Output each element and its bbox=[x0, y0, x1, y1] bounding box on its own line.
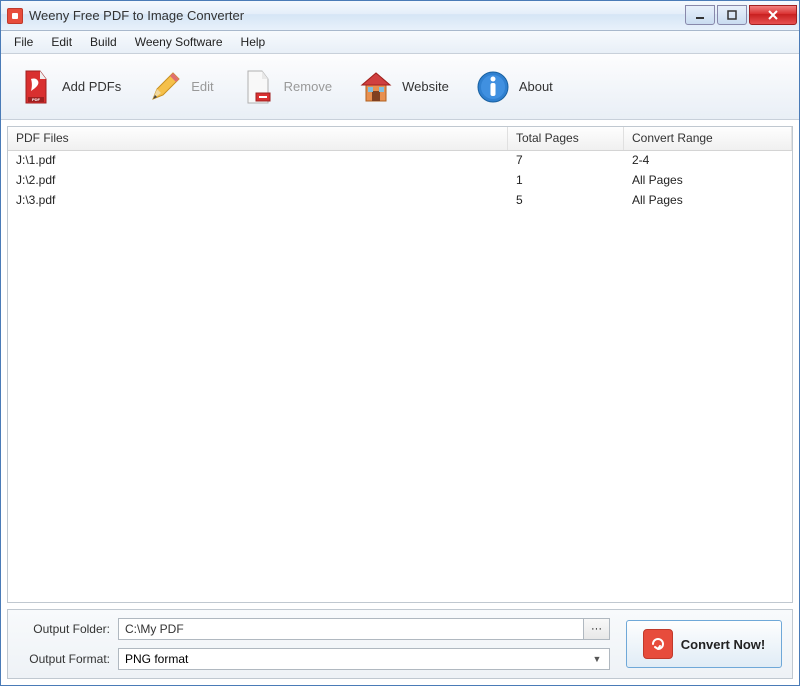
pencil-icon bbox=[147, 69, 183, 105]
output-format-value: PNG format bbox=[125, 652, 188, 666]
maximize-icon bbox=[727, 10, 737, 20]
cell-pages: 7 bbox=[508, 151, 624, 171]
chevron-down-icon: ▼ bbox=[589, 654, 605, 664]
minimize-icon bbox=[695, 10, 705, 20]
convert-label: Convert Now! bbox=[681, 637, 766, 652]
svg-text:PDF: PDF bbox=[32, 97, 41, 102]
output-panel: Output Folder: ··· Output Format: PNG fo… bbox=[7, 609, 793, 679]
about-label: About bbox=[519, 79, 553, 94]
convert-now-button[interactable]: Convert Now! bbox=[626, 620, 782, 668]
header-pdf-files[interactable]: PDF Files bbox=[8, 127, 508, 150]
output-format-select[interactable]: PNG format ▼ bbox=[118, 648, 610, 670]
menu-edit[interactable]: Edit bbox=[42, 32, 81, 52]
minimize-button[interactable] bbox=[685, 5, 715, 25]
list-row[interactable]: J:\1.pdf 7 2-4 bbox=[8, 151, 792, 171]
menu-build[interactable]: Build bbox=[81, 32, 126, 52]
house-icon bbox=[358, 69, 394, 105]
title-bar: Weeny Free PDF to Image Converter bbox=[1, 1, 799, 31]
window-controls bbox=[683, 5, 797, 27]
cell-range: 2-4 bbox=[624, 151, 792, 171]
app-icon bbox=[7, 8, 23, 24]
file-list: PDF Files Total Pages Convert Range J:\1… bbox=[7, 126, 793, 603]
list-header: PDF Files Total Pages Convert Range bbox=[8, 127, 792, 151]
output-folder-label: Output Folder: bbox=[18, 622, 118, 636]
edit-button[interactable]: Edit bbox=[138, 62, 230, 112]
toolbar: PDF Add PDFs Edit Remove bbox=[1, 54, 799, 120]
cell-file: J:\1.pdf bbox=[8, 151, 508, 171]
header-total-pages[interactable]: Total Pages bbox=[508, 127, 624, 150]
add-pdfs-button[interactable]: PDF Add PDFs bbox=[9, 62, 138, 112]
website-button[interactable]: Website bbox=[349, 62, 466, 112]
output-folder-row: Output Folder: ··· bbox=[18, 618, 610, 640]
list-row[interactable]: J:\3.pdf 5 All Pages bbox=[8, 191, 792, 211]
edit-label: Edit bbox=[191, 79, 213, 94]
info-icon bbox=[475, 69, 511, 105]
cell-pages: 5 bbox=[508, 191, 624, 211]
close-icon bbox=[767, 9, 779, 21]
about-button[interactable]: About bbox=[466, 62, 570, 112]
window-title: Weeny Free PDF to Image Converter bbox=[29, 8, 683, 23]
browse-folder-button[interactable]: ··· bbox=[584, 618, 610, 640]
menu-help[interactable]: Help bbox=[232, 32, 275, 52]
cell-file: J:\2.pdf bbox=[8, 171, 508, 191]
cell-range: All Pages bbox=[624, 191, 792, 211]
header-convert-range[interactable]: Convert Range bbox=[624, 127, 792, 150]
output-format-label: Output Format: bbox=[18, 652, 118, 666]
menu-weeny-software[interactable]: Weeny Software bbox=[126, 32, 232, 52]
website-label: Website bbox=[402, 79, 449, 94]
output-settings: Output Folder: ··· Output Format: PNG fo… bbox=[18, 618, 610, 670]
output-format-row: Output Format: PNG format ▼ bbox=[18, 648, 610, 670]
cell-range: All Pages bbox=[624, 171, 792, 191]
app-window: Weeny Free PDF to Image Converter File E… bbox=[0, 0, 800, 686]
maximize-button[interactable] bbox=[717, 5, 747, 25]
list-row[interactable]: J:\2.pdf 1 All Pages bbox=[8, 171, 792, 191]
remove-button[interactable]: Remove bbox=[231, 62, 349, 112]
cell-file: J:\3.pdf bbox=[8, 191, 508, 211]
remove-label: Remove bbox=[284, 79, 332, 94]
menu-file[interactable]: File bbox=[5, 32, 42, 52]
add-pdfs-label: Add PDFs bbox=[62, 79, 121, 94]
remove-file-icon bbox=[240, 69, 276, 105]
output-folder-input[interactable] bbox=[118, 618, 584, 640]
pdf-file-icon: PDF bbox=[18, 69, 54, 105]
convert-icon bbox=[643, 629, 673, 659]
list-body: J:\1.pdf 7 2-4 J:\2.pdf 1 All Pages J:\3… bbox=[8, 151, 792, 602]
menu-bar: File Edit Build Weeny Software Help bbox=[1, 31, 799, 54]
cell-pages: 1 bbox=[508, 171, 624, 191]
close-button[interactable] bbox=[749, 5, 797, 25]
